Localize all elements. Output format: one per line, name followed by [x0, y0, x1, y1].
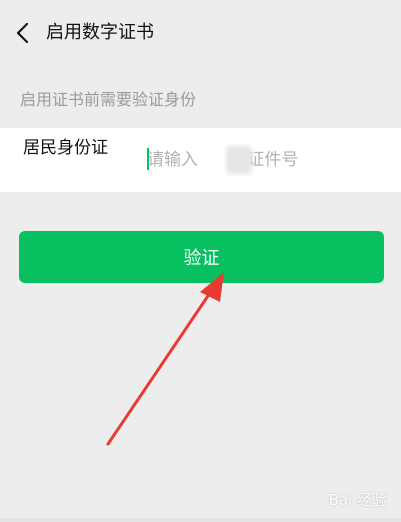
chevron-left-icon[interactable] [12, 20, 36, 46]
page-title: 启用数字证书 [46, 22, 154, 43]
watermark: Bai 经验 [328, 491, 387, 509]
bottom-divider [0, 518, 401, 522]
id-card-field-row: 居民身份证 [0, 128, 401, 192]
redaction-blur [226, 146, 252, 174]
id-card-label: 居民身份证 [23, 138, 108, 158]
verification-hint: 启用证书前需要验证身份 [20, 90, 197, 109]
text-cursor [147, 148, 149, 170]
id-number-input[interactable] [147, 144, 387, 176]
header-bar: 启用数字证书 [0, 0, 401, 66]
verify-button[interactable]: 验证 [19, 231, 384, 283]
